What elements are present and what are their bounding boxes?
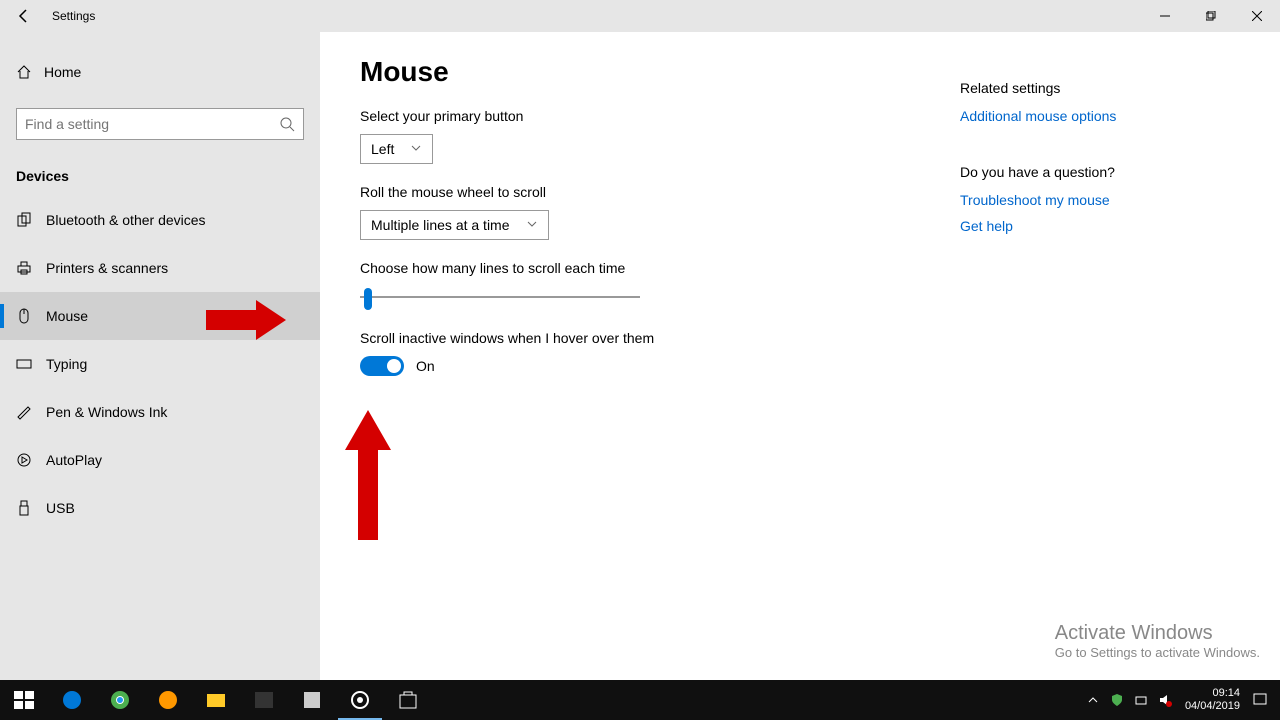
taskbar-clock[interactable]: 09:14 04/04/2019 [1177, 687, 1248, 713]
inactive-scroll-toggle[interactable] [360, 356, 404, 376]
folder-icon [204, 688, 228, 712]
nav-label: AutoPlay [46, 452, 102, 468]
scroll-lines-slider[interactable] [360, 286, 640, 310]
back-arrow-icon [16, 8, 32, 24]
taskbar-edge[interactable] [48, 680, 96, 720]
scroll-wheel-label: Roll the mouse wheel to scroll [360, 184, 960, 200]
nav-label: Printers & scanners [46, 260, 168, 276]
slider-thumb[interactable] [364, 288, 372, 310]
activation-watermark: Activate Windows Go to Settings to activ… [1055, 622, 1260, 660]
gear-icon [348, 688, 372, 712]
minimize-icon [1160, 11, 1170, 21]
taskbar-explorer[interactable] [192, 680, 240, 720]
primary-button-label: Select your primary button [360, 108, 960, 124]
home-icon [16, 64, 32, 80]
taskbar-app[interactable] [288, 680, 336, 720]
pen-icon [16, 404, 32, 420]
nav-label: Mouse [46, 308, 88, 324]
windows-icon [12, 688, 36, 712]
sidebar-home[interactable]: Home [0, 52, 320, 92]
window-title: Settings [52, 9, 95, 23]
primary-button-dropdown[interactable]: Left [360, 134, 433, 164]
sidebar-item-usb[interactable]: USB [0, 484, 320, 532]
toggle-state-label: On [416, 358, 435, 374]
store-icon [396, 688, 420, 712]
lines-label: Choose how many lines to scroll each tim… [360, 260, 960, 276]
content-area: Mouse Select your primary button Left Ro… [320, 32, 1280, 680]
tray-network-icon[interactable] [1129, 680, 1153, 720]
mouse-icon [16, 308, 32, 324]
bluetooth-icon [16, 212, 32, 228]
chevron-down-icon [526, 217, 538, 233]
titlebar: Settings [0, 0, 1280, 32]
usb-icon [16, 500, 32, 516]
minimize-button[interactable] [1142, 0, 1188, 32]
nav-label: Typing [46, 356, 87, 372]
tray-chevron-icon[interactable] [1081, 680, 1105, 720]
sidebar-item-printers[interactable]: Printers & scanners [0, 244, 320, 292]
annotation-arrow-up-icon [345, 410, 391, 540]
chrome-icon [108, 688, 132, 712]
tray-volume-icon[interactable] [1153, 680, 1177, 720]
printer-icon [16, 260, 32, 276]
close-icon [1252, 11, 1262, 21]
sidebar-item-typing[interactable]: Typing [0, 340, 320, 388]
search-field[interactable] [25, 116, 279, 132]
toggle-knob [387, 359, 401, 373]
taskbar-firefox[interactable] [144, 680, 192, 720]
edge-icon [60, 688, 84, 712]
keyboard-icon [16, 356, 32, 372]
taskbar-store[interactable] [384, 680, 432, 720]
troubleshoot-link[interactable]: Troubleshoot my mouse [960, 192, 1240, 208]
maximize-button[interactable] [1188, 0, 1234, 32]
sidebar: Home Devices Bluetooth & other devices P… [0, 32, 320, 680]
related-header: Related settings [960, 80, 1240, 96]
chevron-down-icon [410, 141, 422, 157]
scroll-wheel-dropdown[interactable]: Multiple lines at a time [360, 210, 549, 240]
search-input[interactable] [16, 108, 304, 140]
tray-security-icon[interactable] [1105, 680, 1129, 720]
terminal-icon [252, 688, 276, 712]
get-help-link[interactable]: Get help [960, 218, 1240, 234]
app-icon [300, 688, 324, 712]
watermark-title: Activate Windows [1055, 622, 1260, 645]
nav-label: USB [46, 500, 75, 516]
clock-date: 04/04/2019 [1185, 700, 1240, 713]
taskbar-settings[interactable] [336, 680, 384, 720]
slider-track [360, 296, 640, 298]
nav-label: Bluetooth & other devices [46, 212, 206, 228]
annotation-arrow-right-icon [206, 300, 286, 340]
maximize-icon [1206, 11, 1216, 21]
firefox-icon [156, 688, 180, 712]
additional-mouse-link[interactable]: Additional mouse options [960, 108, 1240, 124]
back-button[interactable] [0, 0, 48, 32]
taskbar-terminal[interactable] [240, 680, 288, 720]
nav-label: Pen & Windows Ink [46, 404, 167, 420]
sidebar-item-bluetooth[interactable]: Bluetooth & other devices [0, 196, 320, 244]
taskbar[interactable]: 09:14 04/04/2019 [0, 680, 1280, 720]
inactive-scroll-label: Scroll inactive windows when I hover ove… [360, 330, 960, 346]
autoplay-icon [16, 452, 32, 468]
taskbar-chrome[interactable] [96, 680, 144, 720]
sidebar-item-autoplay[interactable]: AutoPlay [0, 436, 320, 484]
section-header: Devices [0, 160, 320, 196]
dropdown-value: Multiple lines at a time [371, 217, 510, 233]
question-header: Do you have a question? [960, 164, 1240, 180]
home-label: Home [44, 64, 81, 80]
clock-time: 09:14 [1185, 687, 1240, 700]
page-title: Mouse [360, 56, 960, 88]
system-tray[interactable]: 09:14 04/04/2019 [1081, 680, 1280, 720]
watermark-subtitle: Go to Settings to activate Windows. [1055, 645, 1260, 660]
dropdown-value: Left [371, 141, 394, 157]
start-button[interactable] [0, 680, 48, 720]
search-icon [279, 116, 295, 132]
tray-notifications-icon[interactable] [1248, 680, 1272, 720]
sidebar-item-pen[interactable]: Pen & Windows Ink [0, 388, 320, 436]
close-button[interactable] [1234, 0, 1280, 32]
